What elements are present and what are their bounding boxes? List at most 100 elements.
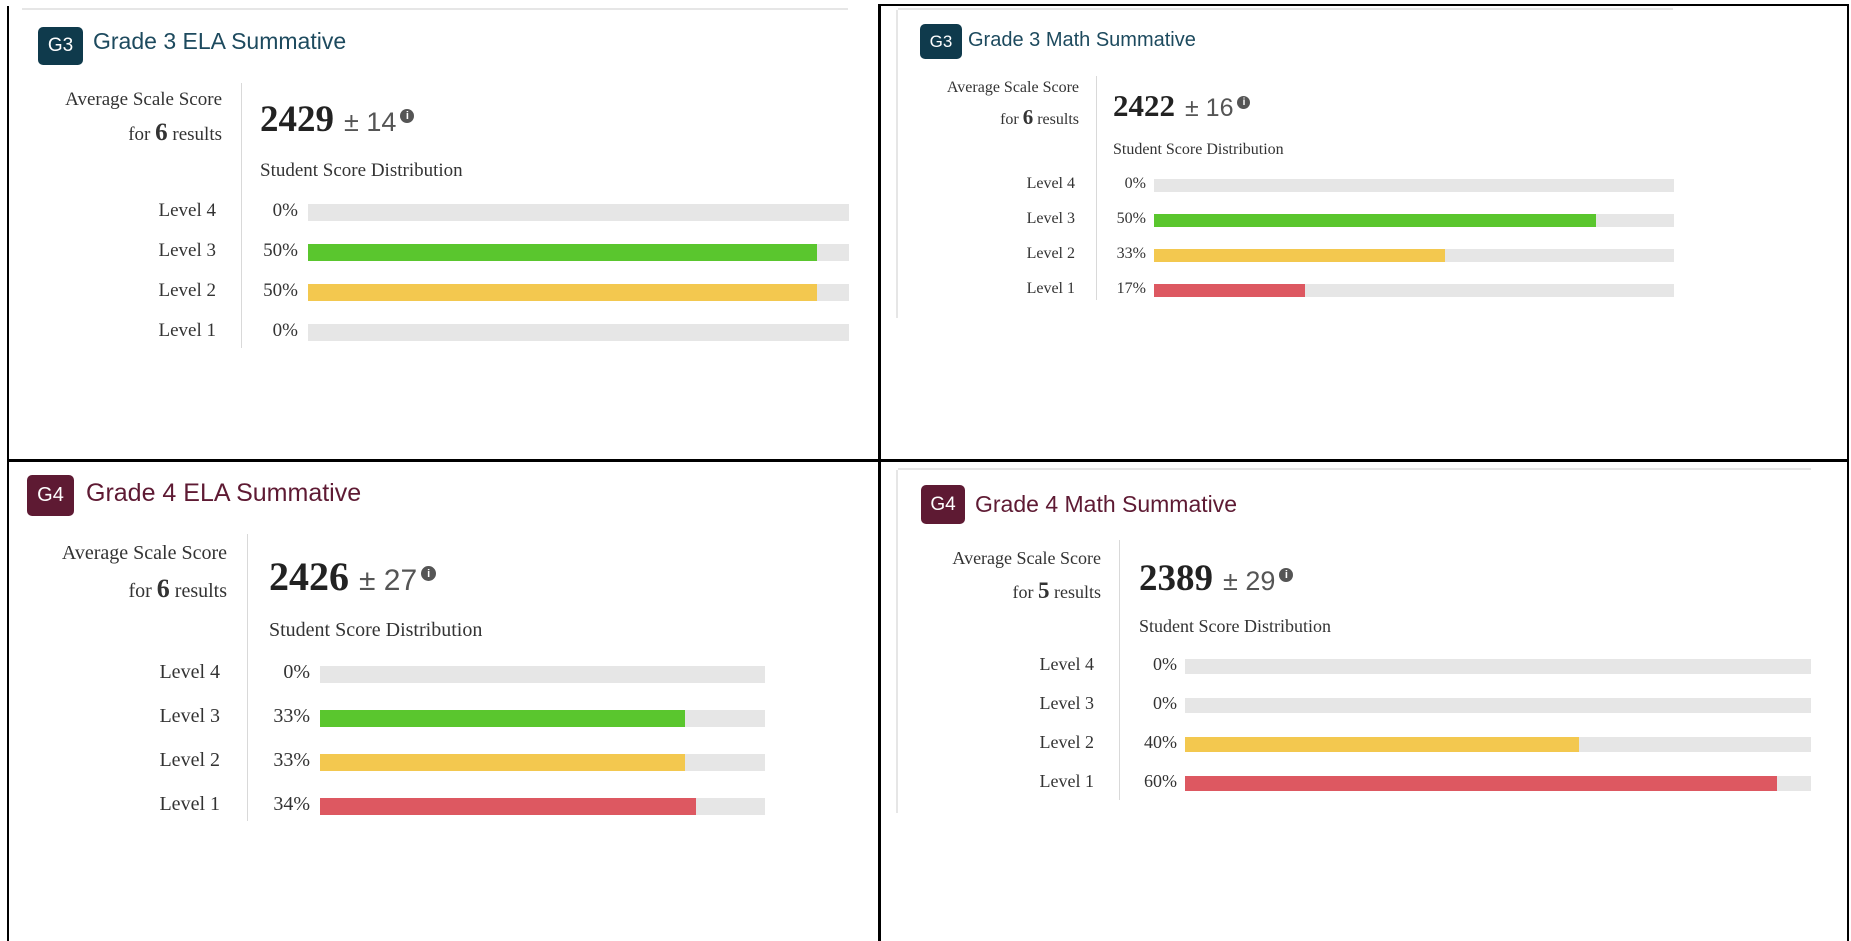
frame-middle-vertical [878,4,881,941]
result-count: 6 [1022,104,1034,129]
level-name: Level 1 [1026,279,1075,297]
level-name: Level 4 [159,661,220,683]
grade-badge: G4 [27,475,74,516]
level-name: Level 2 [1026,244,1075,262]
assessment-title[interactable]: Grade 4 Math Summative [975,491,1237,518]
level-percent: 34% [273,793,310,815]
average-scale-score: 2389 [1139,558,1213,599]
level-percent: 50% [263,279,298,301]
info-icon[interactable]: i [1237,95,1251,109]
score-distribution-label: Student Score Distribution [1113,141,1284,158]
card-grade4-math-left-edge [896,470,898,813]
level-percent: 0% [1153,693,1177,714]
level-name: Level 4 [158,199,216,221]
average-scale-score: 2422 [1113,88,1175,123]
level-bar-fill [308,243,817,261]
frame-middle-horizontal [7,459,1849,462]
level-bar-fill [320,709,685,727]
frame-top-border-right [880,4,1849,6]
level-bar-fill [1154,283,1305,297]
results-text: results [1037,110,1079,128]
level-name: Level 4 [1039,654,1094,675]
level-percent: 50% [1116,209,1146,227]
assessment-title[interactable]: Grade 3 Math Summative [968,29,1196,52]
score-line: 2426 ± 27 i [269,553,437,600]
card-grade3-math [882,7,1846,458]
average-label-text: Average Scale Score [65,89,222,110]
level-name: Level 3 [159,705,220,727]
score-error-margin: ± 29 [1223,566,1276,596]
result-count-line: for 6 results [65,114,222,153]
frame-right-border [1847,4,1849,941]
card-grade3-ela-top-edge [22,8,848,10]
result-count: 5 [1038,577,1050,603]
level-percent: 0% [1124,174,1146,192]
result-count-line: for 6 results [62,569,227,609]
assessment-title[interactable]: Grade 3 ELA Summative [93,28,346,55]
score-line: 2429 ± 14 i [260,98,415,141]
for-text: for [1000,110,1019,128]
level-name: Level 2 [158,279,216,301]
level-bar-fill [1185,736,1579,752]
for-text: for [1012,581,1034,602]
level-bar-track [1154,213,1674,227]
level-name: Level 4 [1026,174,1075,192]
score-error-margin: ± 14 [344,107,397,137]
results-text: results [172,124,222,146]
level-name: Level 2 [159,749,220,771]
score-error-margin: ± 16 [1185,94,1234,122]
score-error-margin: ± 27 [359,564,418,597]
level-percent: 33% [1116,244,1146,262]
level-bar-fill [1154,248,1445,262]
level-bar-track [1154,283,1674,297]
vertical-divider [241,83,242,348]
level-bar-track [308,283,849,301]
level-bar-track [308,323,849,341]
score-distribution-label: Student Score Distribution [269,619,483,641]
vertical-divider [1119,540,1120,800]
assessment-title[interactable]: Grade 4 ELA Summative [86,479,361,508]
result-count-line: for 6 results [947,101,1079,134]
card-grade4-math-top-edge [898,468,1811,470]
level-bar-track [1154,178,1674,192]
level-name: Level 3 [1026,209,1075,227]
vertical-divider [247,534,248,821]
average-label-text: Average Scale Score [946,79,1079,96]
frame-left-border [7,6,9,941]
level-name: Level 1 [158,319,216,341]
average-scale-score: 2429 [260,99,334,140]
level-percent: 0% [283,661,310,683]
average-scale-score-label: Average Scale Score for 6 results [947,76,1079,133]
average-label-text: Average Scale Score [952,548,1101,568]
level-percent: 33% [273,705,310,727]
level-name: Level 1 [159,793,220,815]
score-line: 2422 ± 16 i [1113,88,1251,124]
grade-badge: G3 [38,27,83,65]
score-distribution-label: Student Score Distribution [1139,616,1331,636]
info-icon[interactable]: i [400,108,415,123]
level-bar-fill [1154,213,1596,227]
average-scale-score: 2426 [269,554,349,599]
average-scale-score-label: Average Scale Score for 5 results [952,545,1101,609]
level-bar-track [320,665,765,683]
score-line: 2389 ± 29 i [1139,557,1294,600]
level-bar-track [1185,658,1811,674]
level-percent: 50% [263,239,298,261]
level-bar-track [320,709,765,727]
info-icon[interactable]: i [421,566,437,581]
level-bar-fill [320,753,685,771]
card-grade4-ela [10,463,876,941]
card-grade3-math-left-edge [896,10,898,318]
info-icon[interactable]: i [1279,567,1294,582]
for-text: for [128,580,152,602]
result-count: 6 [155,119,168,147]
level-bar-track [320,797,765,815]
vertical-divider [1096,76,1097,300]
average-scale-score-label: Average Scale Score for 6 results [65,85,222,153]
level-name: Level 3 [158,239,216,261]
level-bar-fill [308,283,817,301]
results-text: results [174,580,227,602]
level-bar-fill [320,797,696,815]
result-count-line: for 5 results [952,573,1102,609]
level-name: Level 1 [1039,771,1094,792]
